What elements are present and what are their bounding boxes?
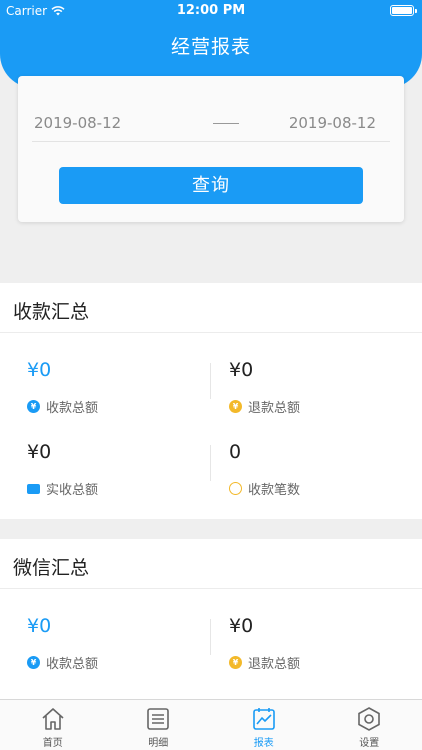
status-bar: Carrier 12:00 PM [0, 0, 422, 22]
settings-icon [358, 707, 381, 731]
end-date-field[interactable]: 2019-08-12 [289, 114, 376, 132]
yen-icon: ¥ [27, 400, 40, 413]
tab-label: 明细 [148, 738, 169, 749]
yen-icon: ¥ [27, 656, 40, 669]
date-filter-card: 2019-08-12 2019-08-12 查询 [18, 76, 404, 222]
list-icon [147, 708, 170, 730]
clock: 12:00 PM [176, 3, 246, 18]
summary-item-refund: ¥0 ¥ 退款总额 [211, 589, 422, 672]
amount-label: 实收总额 [46, 483, 99, 498]
header-bar: Carrier 12:00 PM 经营报表 [0, 0, 422, 88]
count-icon [229, 482, 242, 495]
wallet-icon [27, 483, 40, 494]
chart-icon [252, 708, 275, 730]
section-title: 微信汇总 [0, 539, 422, 589]
summary-item-net-received: ¥0 实收总额 [0, 415, 211, 498]
tab-label: 首页 [42, 738, 63, 749]
tab-home[interactable]: 首页 [0, 700, 106, 750]
summary-item-count: 0 收款笔数 [211, 415, 422, 498]
home-icon [42, 708, 64, 730]
amount-value: ¥0 [27, 441, 52, 463]
amount-label: 收款笔数 [248, 483, 301, 498]
tab-reports[interactable]: 报表 [211, 700, 317, 750]
refund-icon: ¥ [229, 656, 242, 669]
wechat-summary-section: 微信汇总 ¥0 ¥ 收款总额 ¥0 ¥ 退款总额 [0, 539, 422, 699]
tab-label: 设置 [359, 738, 380, 749]
start-date-field[interactable]: 2019-08-12 [34, 114, 121, 132]
payment-summary-section: 收款汇总 ¥0 ¥ 收款总额 ¥0 ¥ 退款总额 ¥0 实收总额 0 收款笔数 [0, 283, 422, 519]
summary-item-total-received: ¥0 ¥ 收款总额 [0, 333, 211, 416]
amount-value: 0 [229, 441, 242, 463]
query-button[interactable]: 查询 [59, 167, 363, 204]
amount-label: 收款总额 [46, 657, 99, 672]
amount-value: ¥0 [27, 359, 52, 381]
tab-bar: 首页 明细 报表 设置 [0, 699, 422, 750]
summary-item-refund: ¥0 ¥ 退款总额 [211, 333, 422, 416]
section-title: 收款汇总 [0, 283, 422, 333]
tab-settings[interactable]: 设置 [317, 700, 422, 750]
amount-label: 退款总额 [248, 657, 301, 672]
tab-details[interactable]: 明细 [106, 700, 212, 750]
amount-value: ¥0 [229, 359, 254, 381]
amount-label: 退款总额 [248, 401, 301, 416]
amount-label: 收款总额 [46, 401, 99, 416]
date-range: 2019-08-12 2019-08-12 [32, 108, 390, 142]
refund-icon: ¥ [229, 400, 242, 413]
battery-icon [390, 5, 417, 16]
amount-value: ¥0 [27, 615, 52, 637]
tab-label: 报表 [253, 738, 274, 749]
amount-value: ¥0 [229, 615, 254, 637]
date-separator [213, 123, 239, 124]
page-title: 经营报表 [170, 36, 251, 58]
summary-item-total-received: ¥0 ¥ 收款总额 [0, 589, 211, 672]
